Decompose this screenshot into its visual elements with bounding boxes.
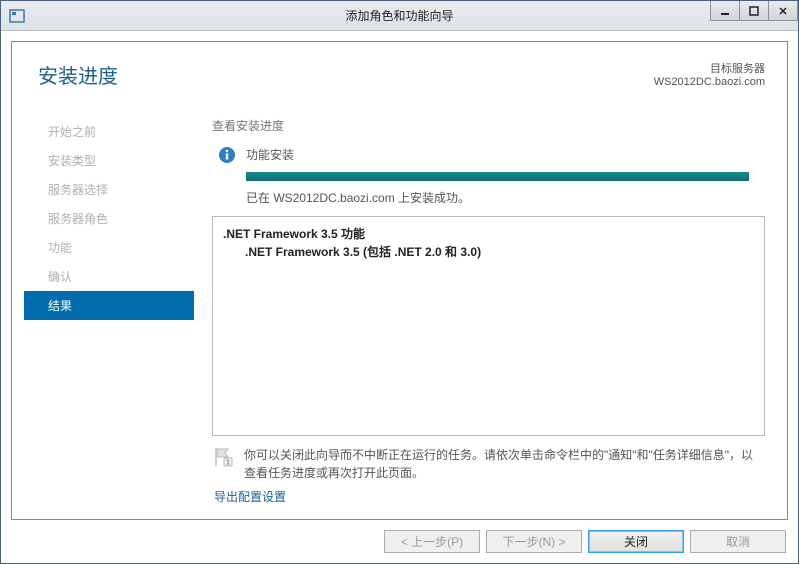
sidebar-item-server-select: 服务器选择 [24, 175, 194, 204]
titlebar: 添加角色和功能向导 [1, 1, 798, 31]
status-row: 功能安装 [212, 146, 765, 164]
cancel-button: 取消 [690, 530, 786, 553]
header-row: 安装进度 目标服务器 WS2012DC.baozi.com [24, 60, 765, 89]
sidebar-item-install-type: 安装类型 [24, 146, 194, 175]
install-details-box[interactable]: .NET Framework 3.5 功能 .NET Framework 3.5… [212, 216, 765, 436]
sidebar-item-results: 结果 [24, 291, 194, 320]
flag-icon: 1 [212, 446, 234, 468]
next-button: 下一步(N) > [486, 530, 582, 553]
section-label: 查看安装进度 [212, 117, 765, 134]
maximize-icon [749, 6, 759, 16]
maximize-button[interactable] [739, 1, 769, 21]
minimize-button[interactable] [710, 1, 740, 21]
sidebar-item-confirm: 确认 [24, 262, 194, 291]
app-icon [9, 8, 25, 24]
sidebar-item-server-roles: 服务器角色 [24, 204, 194, 233]
info-icon [218, 146, 236, 164]
close-button[interactable] [768, 1, 798, 21]
inner-panel: 安装进度 目标服务器 WS2012DC.baozi.com 开始之前 安装类型 … [11, 41, 788, 520]
details-line-1: .NET Framework 3.5 功能 [223, 225, 754, 243]
minimize-icon [720, 6, 730, 16]
sidebar-item-features: 功能 [24, 233, 194, 262]
content-row: 开始之前 安装类型 服务器选择 服务器角色 功能 确认 结果 查看安装进度 [24, 117, 765, 505]
progress-bar [246, 172, 749, 181]
close-icon [778, 6, 788, 16]
close-wizard-button[interactable]: 关闭 [588, 530, 684, 553]
status-text: 功能安装 [246, 146, 294, 163]
install-message: 已在 WS2012DC.baozi.com 上安装成功。 [246, 189, 765, 206]
previous-button: < 上一步(P) [384, 530, 480, 553]
export-config-link[interactable]: 导出配置设置 [212, 488, 765, 505]
server-info: 目标服务器 WS2012DC.baozi.com [654, 60, 765, 88]
window-title: 添加角色和功能向导 [345, 7, 453, 24]
wizard-sidebar: 开始之前 安装类型 服务器选择 服务器角色 功能 确认 结果 [24, 117, 194, 505]
sidebar-item-before-begin: 开始之前 [24, 117, 194, 146]
wizard-window: 添加角色和功能向导 安装进度 目标服务器 WS2012DC.baozi.com [0, 0, 799, 564]
details-line-2: .NET Framework 3.5 (包括 .NET 2.0 和 3.0) [223, 243, 754, 261]
svg-text:1: 1 [226, 459, 230, 466]
note-text: 你可以关闭此向导而不中断正在运行的任务。请依次单击命令栏中的"通知"和"任务详细… [244, 446, 765, 482]
note-row: 1 你可以关闭此向导而不中断正在运行的任务。请依次单击命令栏中的"通知"和"任务… [212, 446, 765, 482]
main-content: 查看安装进度 功能安装 已在 WS2012DC.baozi.com 上安装成功。… [212, 117, 765, 505]
button-row: < 上一步(P) 下一步(N) > 关闭 取消 [11, 520, 788, 553]
body-area: 安装进度 目标服务器 WS2012DC.baozi.com 开始之前 安装类型 … [1, 31, 798, 563]
window-controls [711, 1, 798, 21]
page-title: 安装进度 [38, 60, 118, 89]
server-info-name: WS2012DC.baozi.com [654, 76, 765, 88]
server-info-label: 目标服务器 [654, 60, 765, 76]
